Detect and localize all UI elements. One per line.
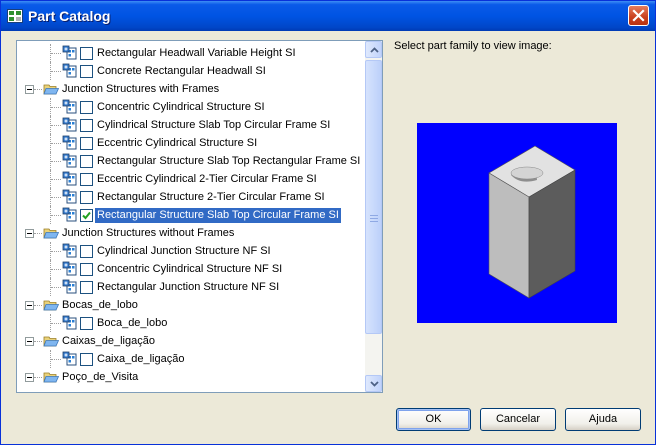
- part-family-icon: [62, 279, 77, 294]
- tree-group-label: Poço_de_Visita: [62, 371, 139, 383]
- close-icon: [632, 9, 645, 22]
- collapse-toggle[interactable]: [25, 85, 34, 94]
- cancel-button[interactable]: Cancelar: [480, 408, 556, 431]
- part-family-icon: [62, 63, 77, 78]
- chevron-up-icon: [370, 47, 379, 53]
- part-family-icon: [62, 243, 77, 258]
- catalog-app-icon: [7, 9, 23, 23]
- tree-part-row[interactable]: Boca_de_lobo: [17, 314, 365, 332]
- tree-part-label: Cylindrical Junction Structure NF SI: [97, 245, 271, 257]
- tree-vertical-scrollbar[interactable]: [365, 41, 382, 392]
- tree-group-label: Junction Structures with Frames: [62, 83, 220, 95]
- collapse-toggle[interactable]: [25, 229, 34, 238]
- tree-part-label: Cylindrical Structure Slab Top Circular …: [97, 119, 331, 131]
- part-family-icon: [62, 99, 77, 114]
- part-checkbox[interactable]: [80, 101, 93, 114]
- tree-group-row[interactable]: Junction Structures without Frames: [17, 224, 365, 242]
- part-catalog-dialog: Part Catalog Rectangular Headwall Variab…: [0, 0, 656, 445]
- part-preview-image: [417, 123, 617, 323]
- tree-part-row[interactable]: Rectangular Structure Slab Top Circular …: [17, 206, 365, 224]
- window-title: Part Catalog: [28, 8, 111, 24]
- tree-part-label: Rectangular Structure Slab Top Rectangul…: [97, 155, 361, 167]
- tree-part-row[interactable]: Concentric Cylindrical Structure SI: [17, 98, 365, 116]
- tree-group-row[interactable]: Caixas_de_ligação: [17, 332, 365, 350]
- tree-part-label: Concrete Rectangular Headwall SI: [97, 65, 266, 77]
- open-folder-icon: [43, 300, 59, 311]
- tree-part-label: Concentric Cylindrical Structure NF SI: [97, 263, 283, 275]
- part-checkbox[interactable]: [80, 353, 93, 366]
- tree-part-label: Eccentric Cylindrical 2-Tier Circular Fr…: [97, 173, 317, 185]
- part-family-icon: [62, 153, 77, 168]
- tree-part-label: Concentric Cylindrical Structure SI: [97, 101, 265, 113]
- part-checkbox[interactable]: [80, 191, 93, 204]
- scroll-up-button[interactable]: [365, 41, 382, 58]
- part-family-icon: [62, 261, 77, 276]
- scroll-down-button[interactable]: [365, 375, 382, 392]
- tree-part-label: Rectangular Structure Slab Top Circular …: [95, 208, 341, 223]
- tree-part-row[interactable]: Concentric Cylindrical Structure NF SI: [17, 260, 365, 278]
- collapse-toggle[interactable]: [25, 337, 34, 346]
- close-button[interactable]: [628, 5, 649, 26]
- checkmark-icon: [82, 211, 91, 220]
- part-checkbox[interactable]: [80, 119, 93, 132]
- tree-part-label: Caixa_de_ligação: [97, 353, 185, 365]
- part-checkbox[interactable]: [80, 155, 93, 168]
- open-folder-icon: [43, 84, 59, 95]
- part-checkbox[interactable]: [80, 281, 93, 294]
- part-family-icon: [62, 351, 77, 366]
- tree-part-row[interactable]: Eccentric Cylindrical 2-Tier Circular Fr…: [17, 170, 365, 188]
- tree-part-label: Rectangular Structure 2-Tier Circular Fr…: [97, 191, 325, 203]
- tree-part-row[interactable]: Cylindrical Structure Slab Top Circular …: [17, 116, 365, 134]
- tree-part-row[interactable]: Eccentric Cylindrical Structure SI: [17, 134, 365, 152]
- scrollbar-thumb[interactable]: [365, 60, 382, 334]
- part-tree-view[interactable]: Rectangular Headwall Variable Height SI C…: [16, 40, 383, 393]
- part-checkbox[interactable]: [80, 317, 93, 330]
- part-checkbox[interactable]: [80, 65, 93, 78]
- tree-part-row[interactable]: Rectangular Headwall Variable Height SI: [17, 44, 365, 62]
- tree-group-row[interactable]: Junction Structures with Frames: [17, 80, 365, 98]
- tree-group-row[interactable]: Poço_de_Visita: [17, 368, 365, 386]
- tree-part-row[interactable]: Rectangular Structure 2-Tier Circular Fr…: [17, 188, 365, 206]
- part-checkbox[interactable]: [80, 263, 93, 276]
- tree-group-label: Caixas_de_ligação: [62, 335, 155, 347]
- part-checkbox[interactable]: [80, 47, 93, 60]
- tree-part-label: Rectangular Junction Structure NF SI: [97, 281, 280, 293]
- part-checkbox[interactable]: [80, 173, 93, 186]
- tree-part-row[interactable]: Cylindrical Junction Structure NF SI: [17, 242, 365, 260]
- part-family-icon: [62, 171, 77, 186]
- tree-part-label: Boca_de_lobo: [97, 317, 168, 329]
- part-checkbox[interactable]: [80, 245, 93, 258]
- tree-group-label: Junction Structures without Frames: [62, 227, 235, 239]
- tree-part-row[interactable]: Rectangular Structure Slab Top Rectangul…: [17, 152, 365, 170]
- part-family-icon: [62, 135, 77, 150]
- tree-part-label: Eccentric Cylindrical Structure SI: [97, 137, 258, 149]
- part-family-icon: [62, 315, 77, 330]
- tree-group-row[interactable]: Bocas_de_lobo: [17, 296, 365, 314]
- open-folder-icon: [43, 336, 59, 347]
- title-bar[interactable]: Part Catalog: [1, 1, 655, 31]
- part-family-icon: [62, 207, 77, 222]
- preview-label: Select part family to view image:: [394, 40, 552, 52]
- part-checkbox[interactable]: [80, 137, 93, 150]
- tree-part-row[interactable]: Caixa_de_ligação: [17, 350, 365, 368]
- help-button[interactable]: Ajuda: [565, 408, 641, 431]
- part-family-icon: [62, 117, 77, 132]
- part-family-icon: [62, 189, 77, 204]
- tree-part-row[interactable]: Concrete Rectangular Headwall SI: [17, 62, 365, 80]
- tree-part-row[interactable]: Rectangular Junction Structure NF SI: [17, 278, 365, 296]
- tree-part-label: Rectangular Headwall Variable Height SI: [97, 47, 296, 59]
- collapse-toggle[interactable]: [25, 301, 34, 310]
- open-folder-icon: [43, 228, 59, 239]
- ok-button[interactable]: OK: [396, 408, 471, 431]
- open-folder-icon: [43, 372, 59, 383]
- collapse-toggle[interactable]: [25, 373, 34, 382]
- part-family-icon: [62, 45, 77, 60]
- tree-group-label: Bocas_de_lobo: [62, 299, 138, 311]
- part-checkbox[interactable]: [80, 209, 93, 222]
- chevron-down-icon: [370, 381, 379, 387]
